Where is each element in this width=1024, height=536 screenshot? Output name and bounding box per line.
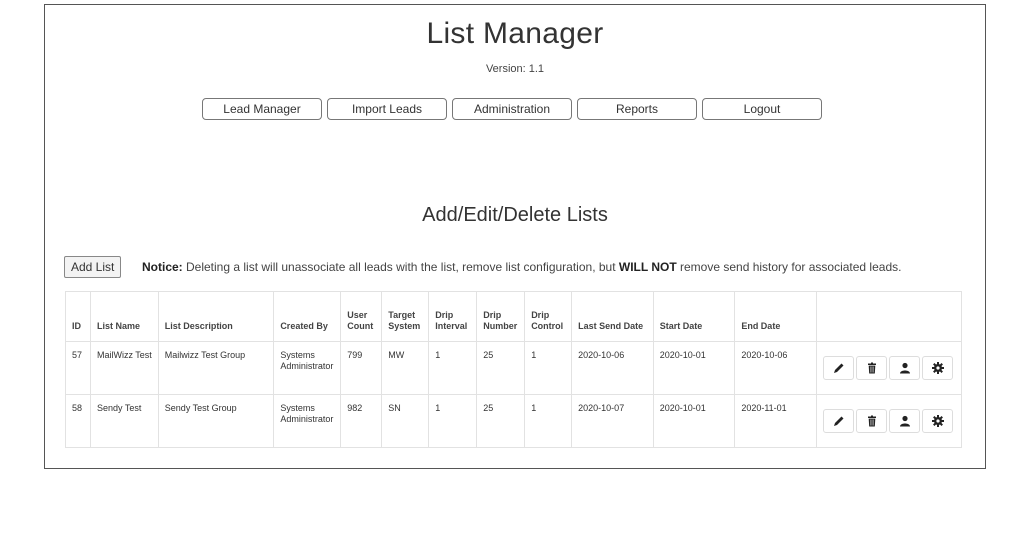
col-header-end-date: End Date	[734, 291, 817, 342]
table-header-row: ID List Name List Description Created By…	[65, 291, 962, 342]
cell-drip-number: 25	[476, 341, 526, 395]
col-header-list-description: List Description	[157, 291, 275, 342]
col-header-target-system: Target System	[381, 291, 430, 342]
lead-manager-button[interactable]: Lead Manager	[202, 98, 322, 120]
cell-list-description: Mailwizz Test Group	[157, 341, 275, 395]
col-header-actions	[816, 291, 962, 342]
cell-drip-interval: 1	[428, 341, 478, 395]
cell-id: 57	[65, 341, 91, 395]
section-title: Add/Edit/Delete Lists	[422, 204, 608, 226]
col-header-drip-control: Drip Control	[524, 291, 573, 342]
col-header-start-date: Start Date	[652, 291, 736, 342]
edit-list-button[interactable]	[823, 356, 854, 380]
list-settings-button[interactable]	[922, 409, 953, 433]
logout-button[interactable]: Logout	[702, 98, 822, 120]
reports-button[interactable]: Reports	[577, 98, 697, 120]
cell-drip-number: 25	[476, 394, 526, 448]
pencil-icon	[833, 416, 843, 426]
cell-user-count: 982	[340, 394, 383, 448]
cell-user-count: 799	[340, 341, 383, 395]
import-leads-button[interactable]: Import Leads	[327, 98, 447, 120]
cell-drip-control: 1	[524, 394, 573, 448]
cell-start-date: 2020-10-01	[652, 394, 736, 448]
cell-target-system: SN	[381, 394, 430, 448]
trash-icon	[867, 362, 876, 374]
delete-list-button[interactable]	[856, 356, 887, 380]
trash-icon	[867, 415, 876, 427]
row-actions	[823, 409, 955, 433]
cell-last-send-date: 2020-10-07	[571, 394, 654, 448]
cell-drip-control: 1	[524, 341, 573, 395]
cell-list-name: MailWizz Test	[89, 341, 159, 395]
cell-drip-interval: 1	[428, 394, 478, 448]
cell-actions	[816, 394, 962, 448]
cell-actions	[816, 341, 962, 395]
add-list-button[interactable]: Add List	[64, 256, 122, 278]
delete-list-button[interactable]	[856, 409, 887, 433]
gear-icon	[931, 415, 944, 427]
cell-end-date: 2020-10-06	[734, 341, 817, 395]
row-actions	[823, 356, 955, 380]
main-nav: Lead Manager Import Leads Administration…	[202, 98, 822, 120]
list-users-button[interactable]	[889, 409, 920, 433]
col-header-drip-interval: Drip Interval	[428, 291, 478, 342]
user-icon	[899, 415, 910, 427]
cell-last-send-date: 2020-10-06	[571, 341, 654, 395]
col-header-list-name: List Name	[89, 291, 159, 342]
list-settings-button[interactable]	[922, 356, 953, 380]
user-icon	[899, 362, 910, 374]
notice-text: Notice: Deleting a list will unassociate…	[142, 260, 901, 274]
notice-label: Notice:	[142, 260, 183, 274]
col-header-user-count: User Count	[340, 291, 383, 342]
list-users-button[interactable]	[889, 356, 920, 380]
notice-bold: WILL NOT	[618, 260, 677, 274]
cell-start-date: 2020-10-01	[652, 341, 736, 395]
cell-target-system: MW	[381, 341, 430, 395]
lists-table: ID List Name List Description Created By…	[65, 291, 962, 448]
cell-end-date: 2020-11-01	[734, 394, 817, 448]
notice-text-part-2: remove send history for associated leads…	[676, 260, 902, 274]
version-label: Version: 1.1	[485, 63, 545, 75]
administration-button[interactable]: Administration	[452, 98, 572, 120]
cell-list-name: Sendy Test	[89, 394, 159, 448]
col-header-created-by: Created By	[273, 291, 342, 342]
cell-created-by: Systems Administrator	[273, 394, 342, 448]
cell-list-description: Sendy Test Group	[157, 394, 275, 448]
pencil-icon	[833, 363, 843, 373]
app-frame: List Manager Version: 1.1 Lead Manager I…	[44, 4, 986, 469]
col-header-drip-number: Drip Number	[476, 291, 526, 342]
col-header-id: ID	[65, 291, 91, 342]
gear-icon	[931, 362, 944, 374]
table-row: 57 MailWizz Test Mailwizz Test Group Sys…	[65, 341, 962, 395]
notice-text-part-1: Deleting a list will unassociate all lea…	[182, 260, 619, 274]
col-header-last-send-date: Last Send Date	[571, 291, 654, 342]
cell-id: 58	[65, 394, 91, 448]
table-row: 58 Sendy Test Sendy Test Group Systems A…	[65, 394, 962, 448]
page-title: List Manager	[426, 17, 604, 50]
cell-created-by: Systems Administrator	[273, 341, 342, 395]
edit-list-button[interactable]	[823, 409, 854, 433]
